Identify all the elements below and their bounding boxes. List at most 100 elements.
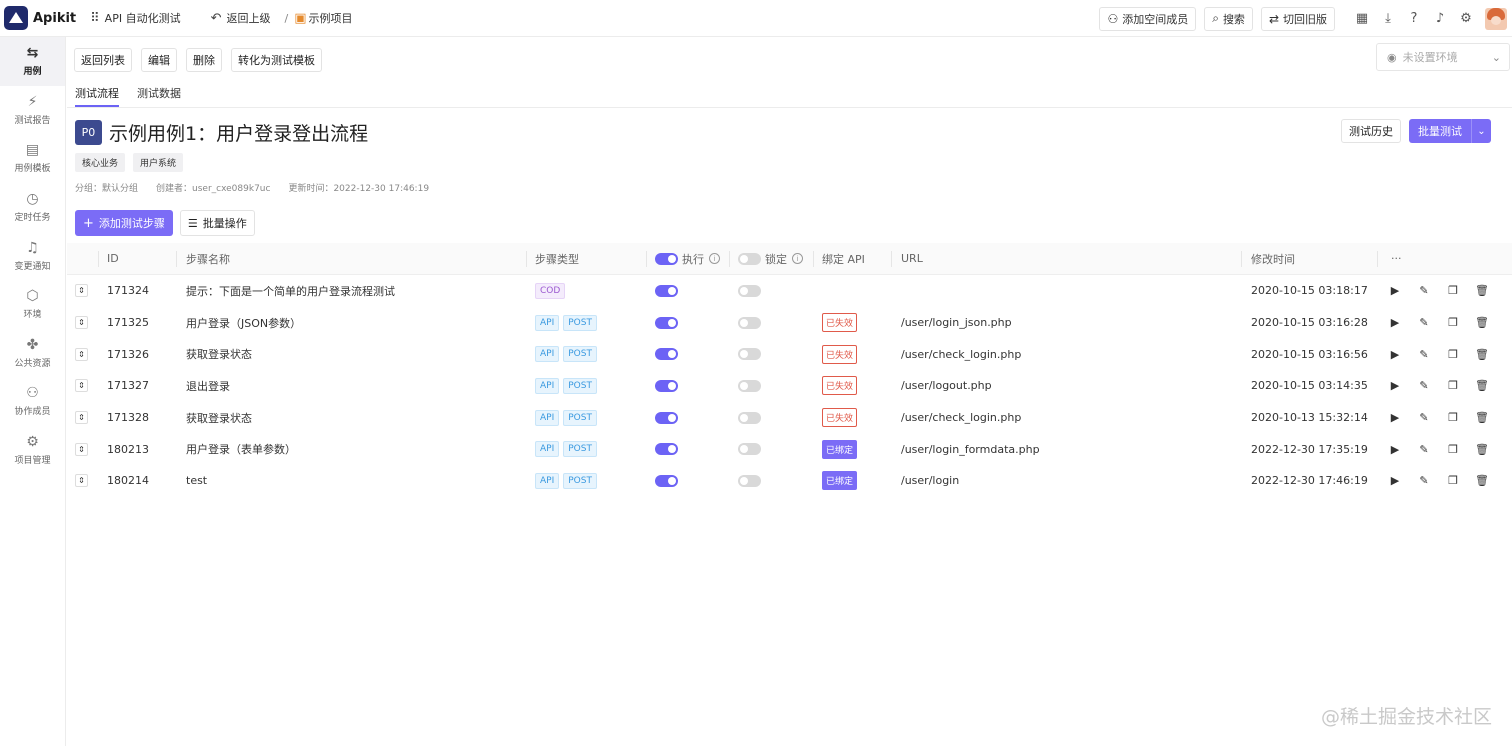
edit-icon[interactable]: ✎ xyxy=(1417,443,1431,456)
sidebar-item-members[interactable]: ⚇ 协作成员 xyxy=(0,377,65,426)
drag-handle-icon[interactable]: ⇕ xyxy=(75,442,88,456)
execute-toggle[interactable] xyxy=(655,316,678,329)
table-row[interactable]: ⇕ 171327 退出登录 API POST 已失效 /user/logout.… xyxy=(67,370,1512,402)
table-row[interactable]: ⇕ 171326 获取登录状态 API POST 已失效 /user/check… xyxy=(67,338,1512,370)
run-icon[interactable]: ▶ xyxy=(1388,284,1402,297)
lock-toggle[interactable] xyxy=(738,284,761,297)
avatar[interactable] xyxy=(1485,7,1507,30)
copy-icon[interactable]: ❐ xyxy=(1446,411,1460,424)
run-icon[interactable]: ▶ xyxy=(1388,474,1402,487)
sidebar-item-test-cases[interactable]: ⇆ 用例 xyxy=(0,37,65,86)
lock-toggle[interactable] xyxy=(738,411,761,424)
app-logo[interactable]: Apikit xyxy=(4,6,76,30)
sidebar-item-project-settings[interactable]: ⚙ 项目管理 xyxy=(0,426,65,475)
edit-icon[interactable]: ✎ xyxy=(1417,348,1431,361)
execute-all-toggle[interactable] xyxy=(655,252,678,265)
execute-toggle[interactable] xyxy=(655,443,678,456)
download-icon[interactable]: ⤓ xyxy=(1380,11,1396,27)
lock-toggle[interactable] xyxy=(738,348,761,361)
execute-toggle[interactable] xyxy=(655,411,678,424)
drag-handle-icon[interactable]: ⇕ xyxy=(75,347,88,361)
step-name[interactable]: 用户登录（表单参数） xyxy=(186,433,296,465)
search-button[interactable]: ⌕ 搜索 xyxy=(1204,6,1253,31)
delete-icon[interactable]: 🗑 xyxy=(1475,379,1489,392)
run-icon[interactable]: ▶ xyxy=(1388,411,1402,424)
copy-icon[interactable]: ❐ xyxy=(1446,284,1460,297)
bell-icon[interactable]: ♪ xyxy=(1432,11,1448,27)
copy-icon[interactable]: ❐ xyxy=(1446,443,1460,456)
tab-test-flow[interactable]: 测试流程 xyxy=(75,85,119,107)
lock-toggle[interactable] xyxy=(738,443,761,456)
step-name[interactable]: 获取登录状态 xyxy=(186,402,252,434)
delete-icon[interactable]: 🗑 xyxy=(1475,348,1489,361)
header-more[interactable]: ··· xyxy=(1391,243,1402,274)
edit-icon[interactable]: ✎ xyxy=(1417,379,1431,392)
step-name[interactable]: 退出登录 xyxy=(186,370,230,402)
add-step-button[interactable]: + 添加测试步骤 xyxy=(75,210,173,236)
step-name[interactable]: 提示：下面是一个简单的用户登录流程测试 xyxy=(186,275,395,307)
convert-template-button[interactable]: 转化为测试模板 xyxy=(231,48,322,72)
copy-icon[interactable]: ❐ xyxy=(1446,316,1460,329)
settings-icon[interactable]: ⚙ xyxy=(1458,11,1474,27)
table-row[interactable]: ⇕ 171328 获取登录状态 API POST 已失效 /user/check… xyxy=(67,402,1512,434)
step-name[interactable]: 用户登录（JSON参数） xyxy=(186,307,301,339)
project-space-menu[interactable]: ⠿ API 自动化测试 xyxy=(90,10,180,26)
sidebar-item-environment[interactable]: ⬡ 环境 xyxy=(0,280,65,329)
sidebar-item-scheduled[interactable]: ◷ 定时任务 xyxy=(0,183,65,232)
execute-toggle[interactable] xyxy=(655,284,678,297)
lock-toggle[interactable] xyxy=(738,316,761,329)
sidebar-item-notifications[interactable]: ♫ 变更通知 xyxy=(0,231,65,280)
step-name[interactable]: test xyxy=(186,465,207,497)
drag-handle-icon[interactable]: ⇕ xyxy=(75,316,88,330)
drag-handle-icon[interactable]: ⇕ xyxy=(75,379,88,393)
batch-test-button[interactable]: 批量测试 ⌄ xyxy=(1409,119,1491,143)
tab-test-data[interactable]: 测试数据 xyxy=(137,85,181,107)
drag-handle-icon[interactable]: ⇕ xyxy=(75,284,88,298)
table-row[interactable]: ⇕ 180214 test API POST 已绑定 /user/login 2… xyxy=(67,465,1512,497)
copy-icon[interactable]: ❐ xyxy=(1446,474,1460,487)
table-row[interactable]: ⇕ 180213 用户登录（表单参数） API POST 已绑定 /user/l… xyxy=(67,433,1512,465)
delete-icon[interactable]: 🗑 xyxy=(1475,284,1489,297)
execute-toggle[interactable] xyxy=(655,474,678,487)
drag-handle-icon[interactable]: ⇕ xyxy=(75,411,88,425)
execute-toggle[interactable] xyxy=(655,379,678,392)
lock-all-toggle[interactable] xyxy=(738,252,761,265)
project-breadcrumb[interactable]: ▣ 示例项目 xyxy=(294,10,352,26)
copy-icon[interactable]: ❐ xyxy=(1446,348,1460,361)
delete-button[interactable]: 删除 xyxy=(186,48,222,72)
edit-icon[interactable]: ✎ xyxy=(1417,411,1431,424)
delete-icon[interactable]: 🗑 xyxy=(1475,411,1489,424)
step-name[interactable]: 获取登录状态 xyxy=(186,338,252,370)
bulk-operation-button[interactable]: ☰ 批量操作 xyxy=(179,210,255,236)
edit-button[interactable]: 编辑 xyxy=(141,48,177,72)
execute-toggle[interactable] xyxy=(655,348,678,361)
table-row[interactable]: ⇕ 171324 提示：下面是一个简单的用户登录流程测试 COD 2020-10… xyxy=(67,275,1512,307)
run-icon[interactable]: ▶ xyxy=(1388,316,1402,329)
add-member-button[interactable]: ⚇ 添加空间成员 xyxy=(1099,6,1197,31)
edit-icon[interactable]: ✎ xyxy=(1417,284,1431,297)
sidebar-item-shared-resources[interactable]: ✤ 公共资源 xyxy=(0,329,65,378)
back-to-list-button[interactable]: 返回列表 xyxy=(74,48,132,72)
help-icon[interactable]: ? xyxy=(1406,11,1422,27)
back-parent-button[interactable]: ↶ 返回上级 xyxy=(211,10,271,26)
delete-icon[interactable]: 🗑 xyxy=(1475,316,1489,329)
lock-toggle[interactable] xyxy=(738,474,761,487)
delete-icon[interactable]: 🗑 xyxy=(1475,474,1489,487)
lock-toggle[interactable] xyxy=(738,379,761,392)
drag-handle-icon[interactable]: ⇕ xyxy=(75,474,88,488)
run-icon[interactable]: ▶ xyxy=(1388,443,1402,456)
run-icon[interactable]: ▶ xyxy=(1388,379,1402,392)
chevron-down-icon[interactable]: ⌄ xyxy=(1471,119,1491,143)
table-row[interactable]: ⇕ 171325 用户登录（JSON参数） API POST 已失效 /user… xyxy=(67,307,1512,339)
sidebar-item-templates[interactable]: ▤ 用例模板 xyxy=(0,134,65,183)
edit-icon[interactable]: ✎ xyxy=(1417,474,1431,487)
copy-icon[interactable]: ❐ xyxy=(1446,379,1460,392)
test-history-button[interactable]: 测试历史 xyxy=(1341,119,1401,143)
run-icon[interactable]: ▶ xyxy=(1388,348,1402,361)
edit-icon[interactable]: ✎ xyxy=(1417,316,1431,329)
delete-icon[interactable]: 🗑 xyxy=(1475,443,1489,456)
sidebar-item-reports[interactable]: ⚡ 测试报告 xyxy=(0,86,65,135)
old-version-button[interactable]: ⇄ 切回旧版 xyxy=(1260,6,1335,31)
calendar-icon[interactable]: ▦ xyxy=(1354,11,1370,27)
environment-select[interactable]: ◉ 未设置环境 ⌄ xyxy=(1376,43,1510,71)
